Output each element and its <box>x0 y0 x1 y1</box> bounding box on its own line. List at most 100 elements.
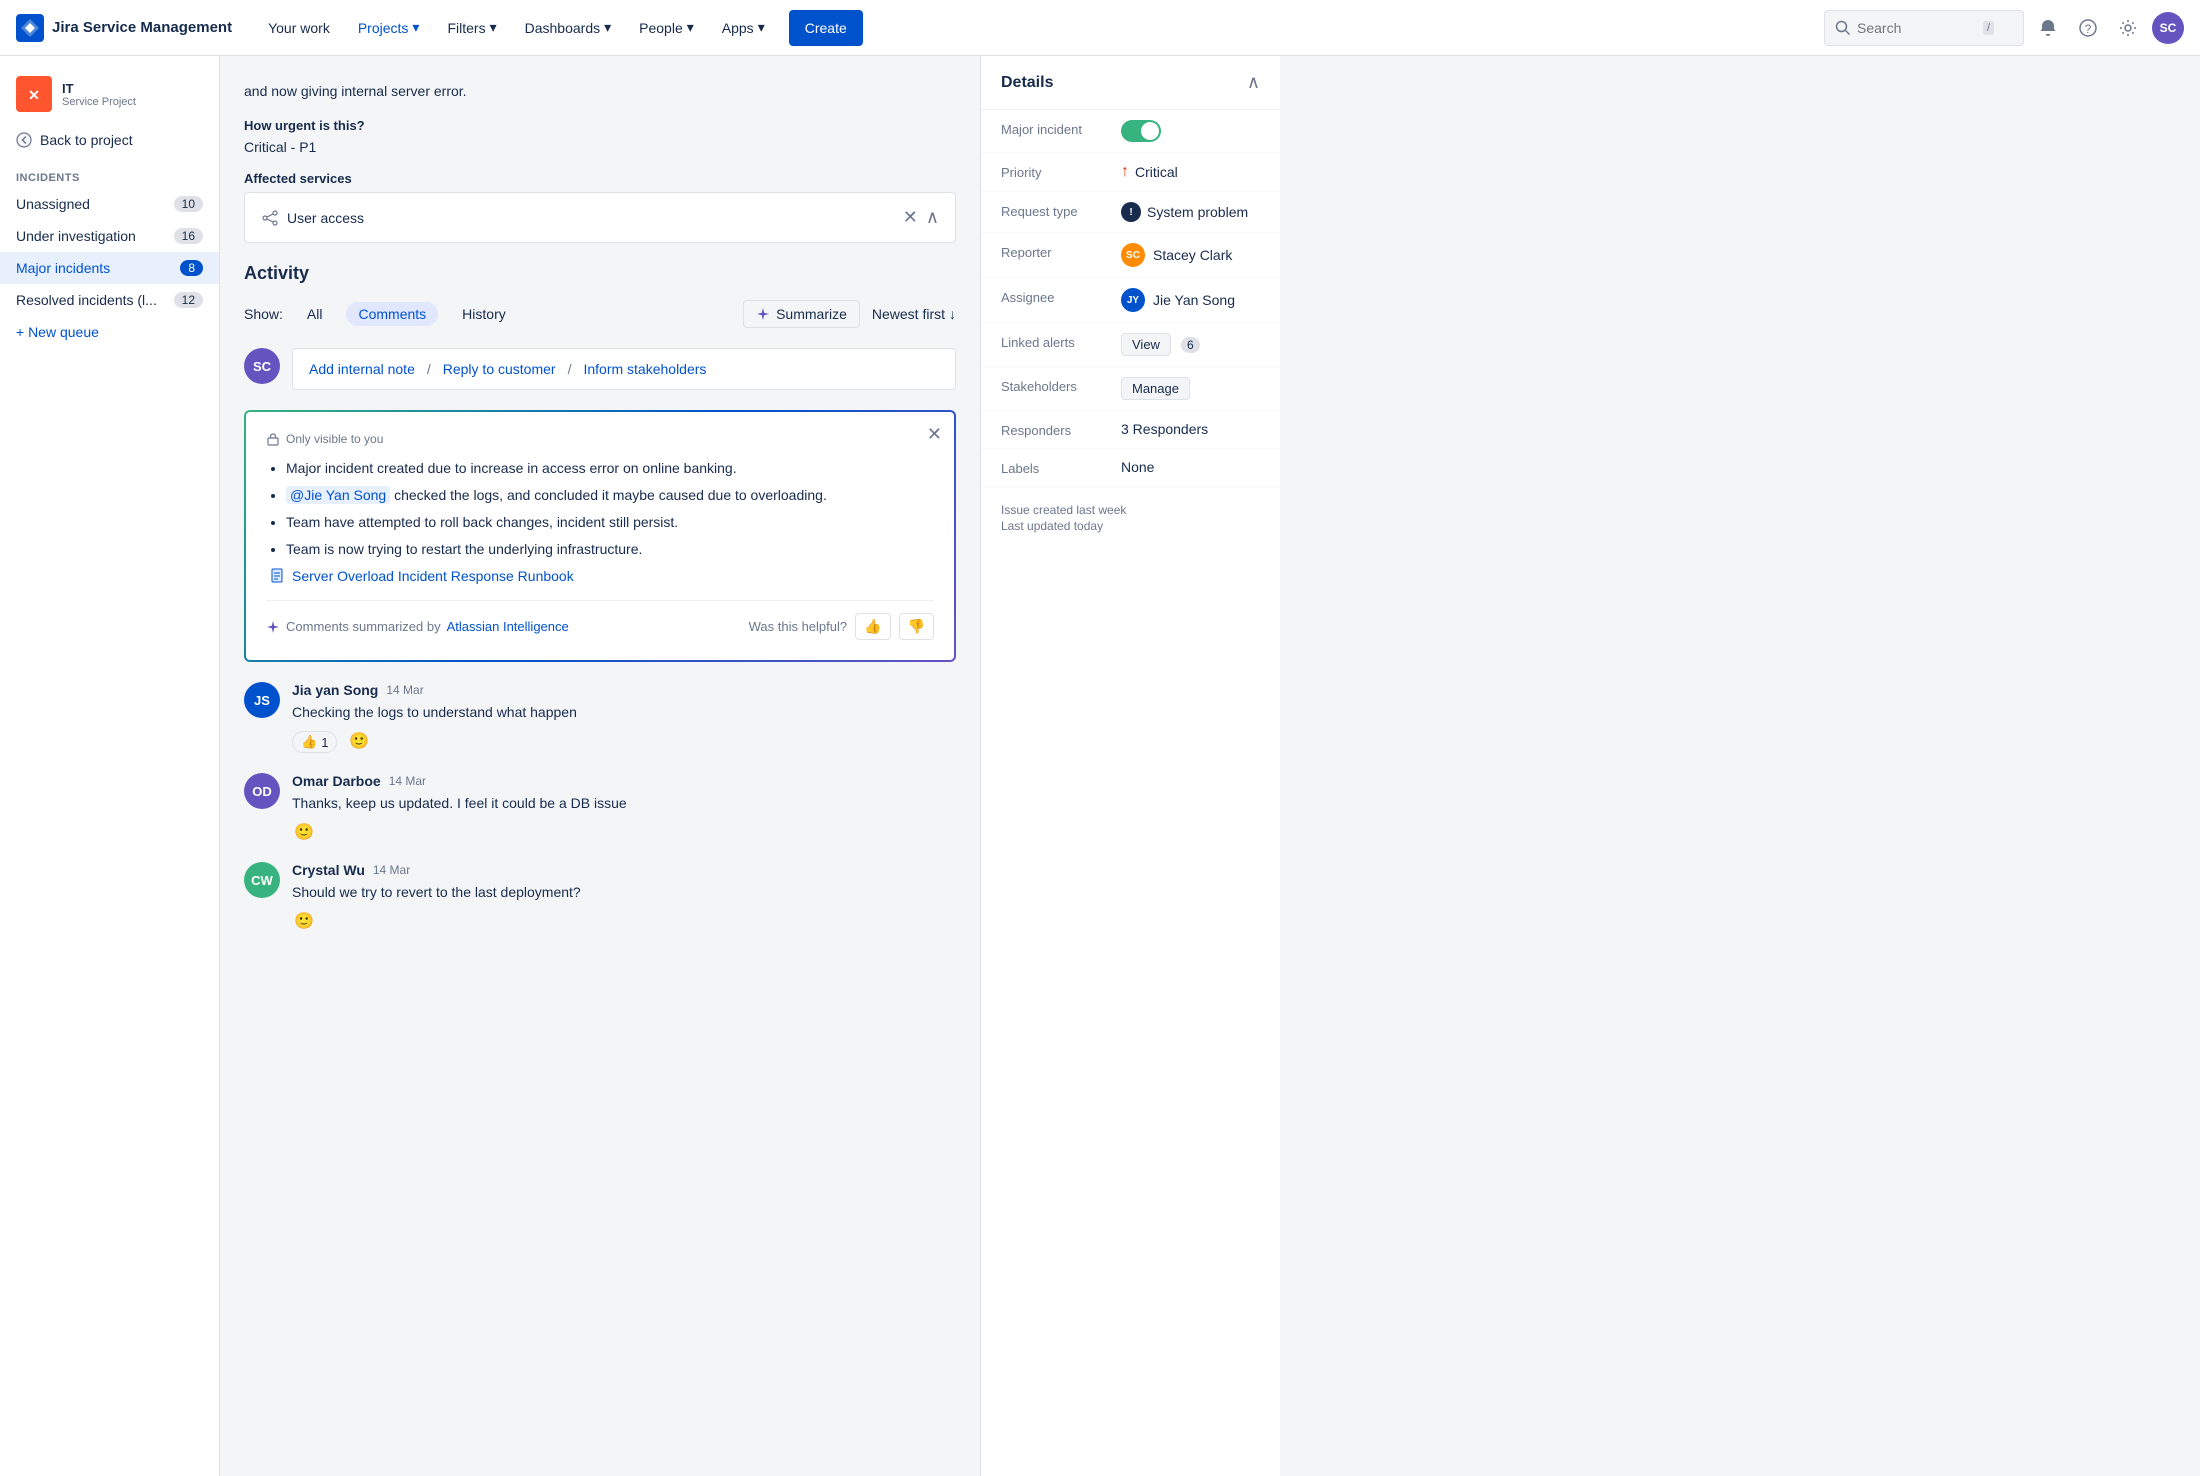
comment-date-1: 14 Mar <box>386 683 423 697</box>
nav-dashboards[interactable]: Dashboards ▾ <box>513 8 624 48</box>
labels-value: None <box>1121 459 1260 475</box>
comment-item-3: CW Crystal Wu 14 Mar Should we try to re… <box>244 862 956 931</box>
comment-text-1: Checking the logs to understand what hap… <box>292 702 956 723</box>
urgency-label: How urgent is this? <box>244 118 956 133</box>
main-content: and now giving internal server error. Ho… <box>220 56 2200 1476</box>
comment-body-3: Crystal Wu 14 Mar Should we try to rever… <box>292 862 956 931</box>
helpful-text: Was this helpful? <box>749 619 848 634</box>
stakeholders-manage-button[interactable]: Manage <box>1121 377 1190 400</box>
unassigned-label: Unassigned <box>16 196 90 212</box>
new-queue-button[interactable]: + New queue <box>0 316 219 348</box>
nav-filters[interactable]: Filters ▾ <box>435 8 508 48</box>
responders-label: Responders <box>1001 421 1121 438</box>
add-reaction-3[interactable]: 🙂 <box>294 911 314 931</box>
back-label: Back to project <box>40 132 133 148</box>
assignee-label: Assignee <box>1001 288 1121 305</box>
share-icon <box>261 209 279 227</box>
comment-text-3: Should we try to revert to the last depl… <box>292 882 956 903</box>
atlassian-intelligence-link[interactable]: Atlassian Intelligence <box>447 619 569 634</box>
notifications-button[interactable] <box>2032 12 2064 44</box>
activity-title: Activity <box>244 263 956 284</box>
linked-alerts-view-button[interactable]: View <box>1121 333 1171 356</box>
nav-apps[interactable]: Apps ▾ <box>710 8 777 48</box>
bell-icon <box>2038 18 2058 38</box>
details-row-stakeholders: Stakeholders Manage <box>981 367 1280 411</box>
sidebar-item-under-investigation[interactable]: Under investigation 16 <box>0 220 219 252</box>
mention-jie[interactable]: @Jie Yan Song <box>286 486 390 504</box>
filter-comments-button[interactable]: Comments <box>346 302 438 326</box>
summary-visibility: Only visible to you <box>266 432 934 446</box>
affected-services-label: Affected services <box>244 171 956 186</box>
create-button[interactable]: Create <box>789 10 863 46</box>
summarize-label: Summarize <box>776 306 847 322</box>
comment-reactions-1: 👍 1 🙂 <box>292 731 956 753</box>
summarize-button[interactable]: Summarize <box>743 300 860 328</box>
assignee-avatar: JY <box>1121 288 1145 312</box>
comment-reactions-2: 🙂 <box>292 822 956 842</box>
back-to-project[interactable]: Back to project <box>0 124 219 156</box>
details-title: Details <box>1001 74 1053 92</box>
apps-chevron-icon: ▾ <box>758 19 765 36</box>
add-reaction-1[interactable]: 🙂 <box>349 731 369 751</box>
reply-customer-link[interactable]: Reply to customer <box>443 361 556 377</box>
summary-item-3: Team have attempted to roll back changes… <box>286 512 934 533</box>
comment-meta-2: Omar Darboe 14 Mar <box>292 773 956 789</box>
sidebar-item-resolved-incidents[interactable]: Resolved incidents (l... 12 <box>0 284 219 316</box>
doc-icon <box>270 568 286 584</box>
request-type-label: Request type <box>1001 202 1121 219</box>
sparkle-icon <box>756 307 770 321</box>
priority-label: Priority <box>1001 163 1121 180</box>
thumbs-up-reaction-1[interactable]: 👍 1 <box>292 731 337 753</box>
major-incident-toggle[interactable] <box>1121 120 1161 142</box>
project-header: ✕ IT Service Project <box>0 56 219 124</box>
nav-projects[interactable]: Projects ▾ <box>346 8 432 48</box>
comment-avatar-3: CW <box>244 862 280 898</box>
service-expand-button[interactable]: ∧ <box>926 207 939 228</box>
inform-stakeholders-link[interactable]: Inform stakeholders <box>583 361 706 377</box>
comment-avatar-2: OD <box>244 773 280 809</box>
add-reaction-2[interactable]: 🙂 <box>294 822 314 842</box>
sidebar-item-unassigned[interactable]: Unassigned 10 <box>0 188 219 220</box>
major-incident-label: Major incident <box>1001 120 1121 137</box>
thumbs-up-button[interactable]: 👍 <box>855 613 890 640</box>
sparkle-small-icon <box>266 620 280 634</box>
search-box[interactable]: / <box>1824 10 2024 46</box>
incidents-section-title: Incidents <box>0 156 219 188</box>
current-user-avatar: SC <box>244 348 280 384</box>
details-collapse-button[interactable]: ∧ <box>1247 72 1260 93</box>
summary-close-button[interactable]: ✕ <box>927 424 942 445</box>
linked-alerts-label: Linked alerts <box>1001 333 1121 350</box>
gear-icon <box>2118 18 2138 38</box>
description-text: and now giving internal server error. <box>244 80 956 102</box>
details-row-assignee: Assignee JY Jie Yan Song <box>981 278 1280 323</box>
visibility-text: Only visible to you <box>286 432 383 446</box>
nav-your-work[interactable]: Your work <box>256 8 342 48</box>
settings-button[interactable] <box>2112 12 2144 44</box>
sort-label: Newest first <box>872 306 945 322</box>
user-avatar[interactable]: SC <box>2152 12 2184 44</box>
thumbs-down-button[interactable]: 👎 <box>899 613 934 640</box>
search-input[interactable] <box>1857 20 1977 36</box>
reporter-value: SC Stacey Clark <box>1121 243 1260 267</box>
activity-filter-bar: Show: All Comments History Summarize New… <box>244 300 956 328</box>
service-link-button[interactable]: ✕ <box>903 207 918 228</box>
doc-link[interactable]: Server Overload Incident Response Runboo… <box>266 568 934 584</box>
summary-box: Only visible to you ✕ Major incident cre… <box>244 410 956 662</box>
project-info: IT Service Project <box>62 81 136 108</box>
summary-list: Major incident created due to increase i… <box>266 458 934 560</box>
nav-people[interactable]: People ▾ <box>627 8 706 48</box>
search-icon <box>1835 20 1851 36</box>
linked-alerts-value: View 6 <box>1121 333 1260 356</box>
details-panel: Details ∧ Major incident Priority ↑ Crit… <box>980 56 1280 1476</box>
help-button[interactable]: ? <box>2072 12 2104 44</box>
sidebar-item-major-incidents[interactable]: Major incidents 8 <box>0 252 219 284</box>
people-chevron-icon: ▾ <box>687 19 694 36</box>
add-internal-note-link[interactable]: Add internal note <box>309 361 415 377</box>
logo[interactable]: Jira Service Management <box>16 14 232 42</box>
comment-item-2: OD Omar Darboe 14 Mar Thanks, keep us up… <box>244 773 956 842</box>
filter-history-button[interactable]: History <box>450 302 518 326</box>
filter-all-button[interactable]: All <box>295 302 335 326</box>
responders-value: 3 Responders <box>1121 421 1260 437</box>
sort-button[interactable]: Newest first ↓ <box>872 306 956 322</box>
assignee-name: Jie Yan Song <box>1153 292 1235 308</box>
